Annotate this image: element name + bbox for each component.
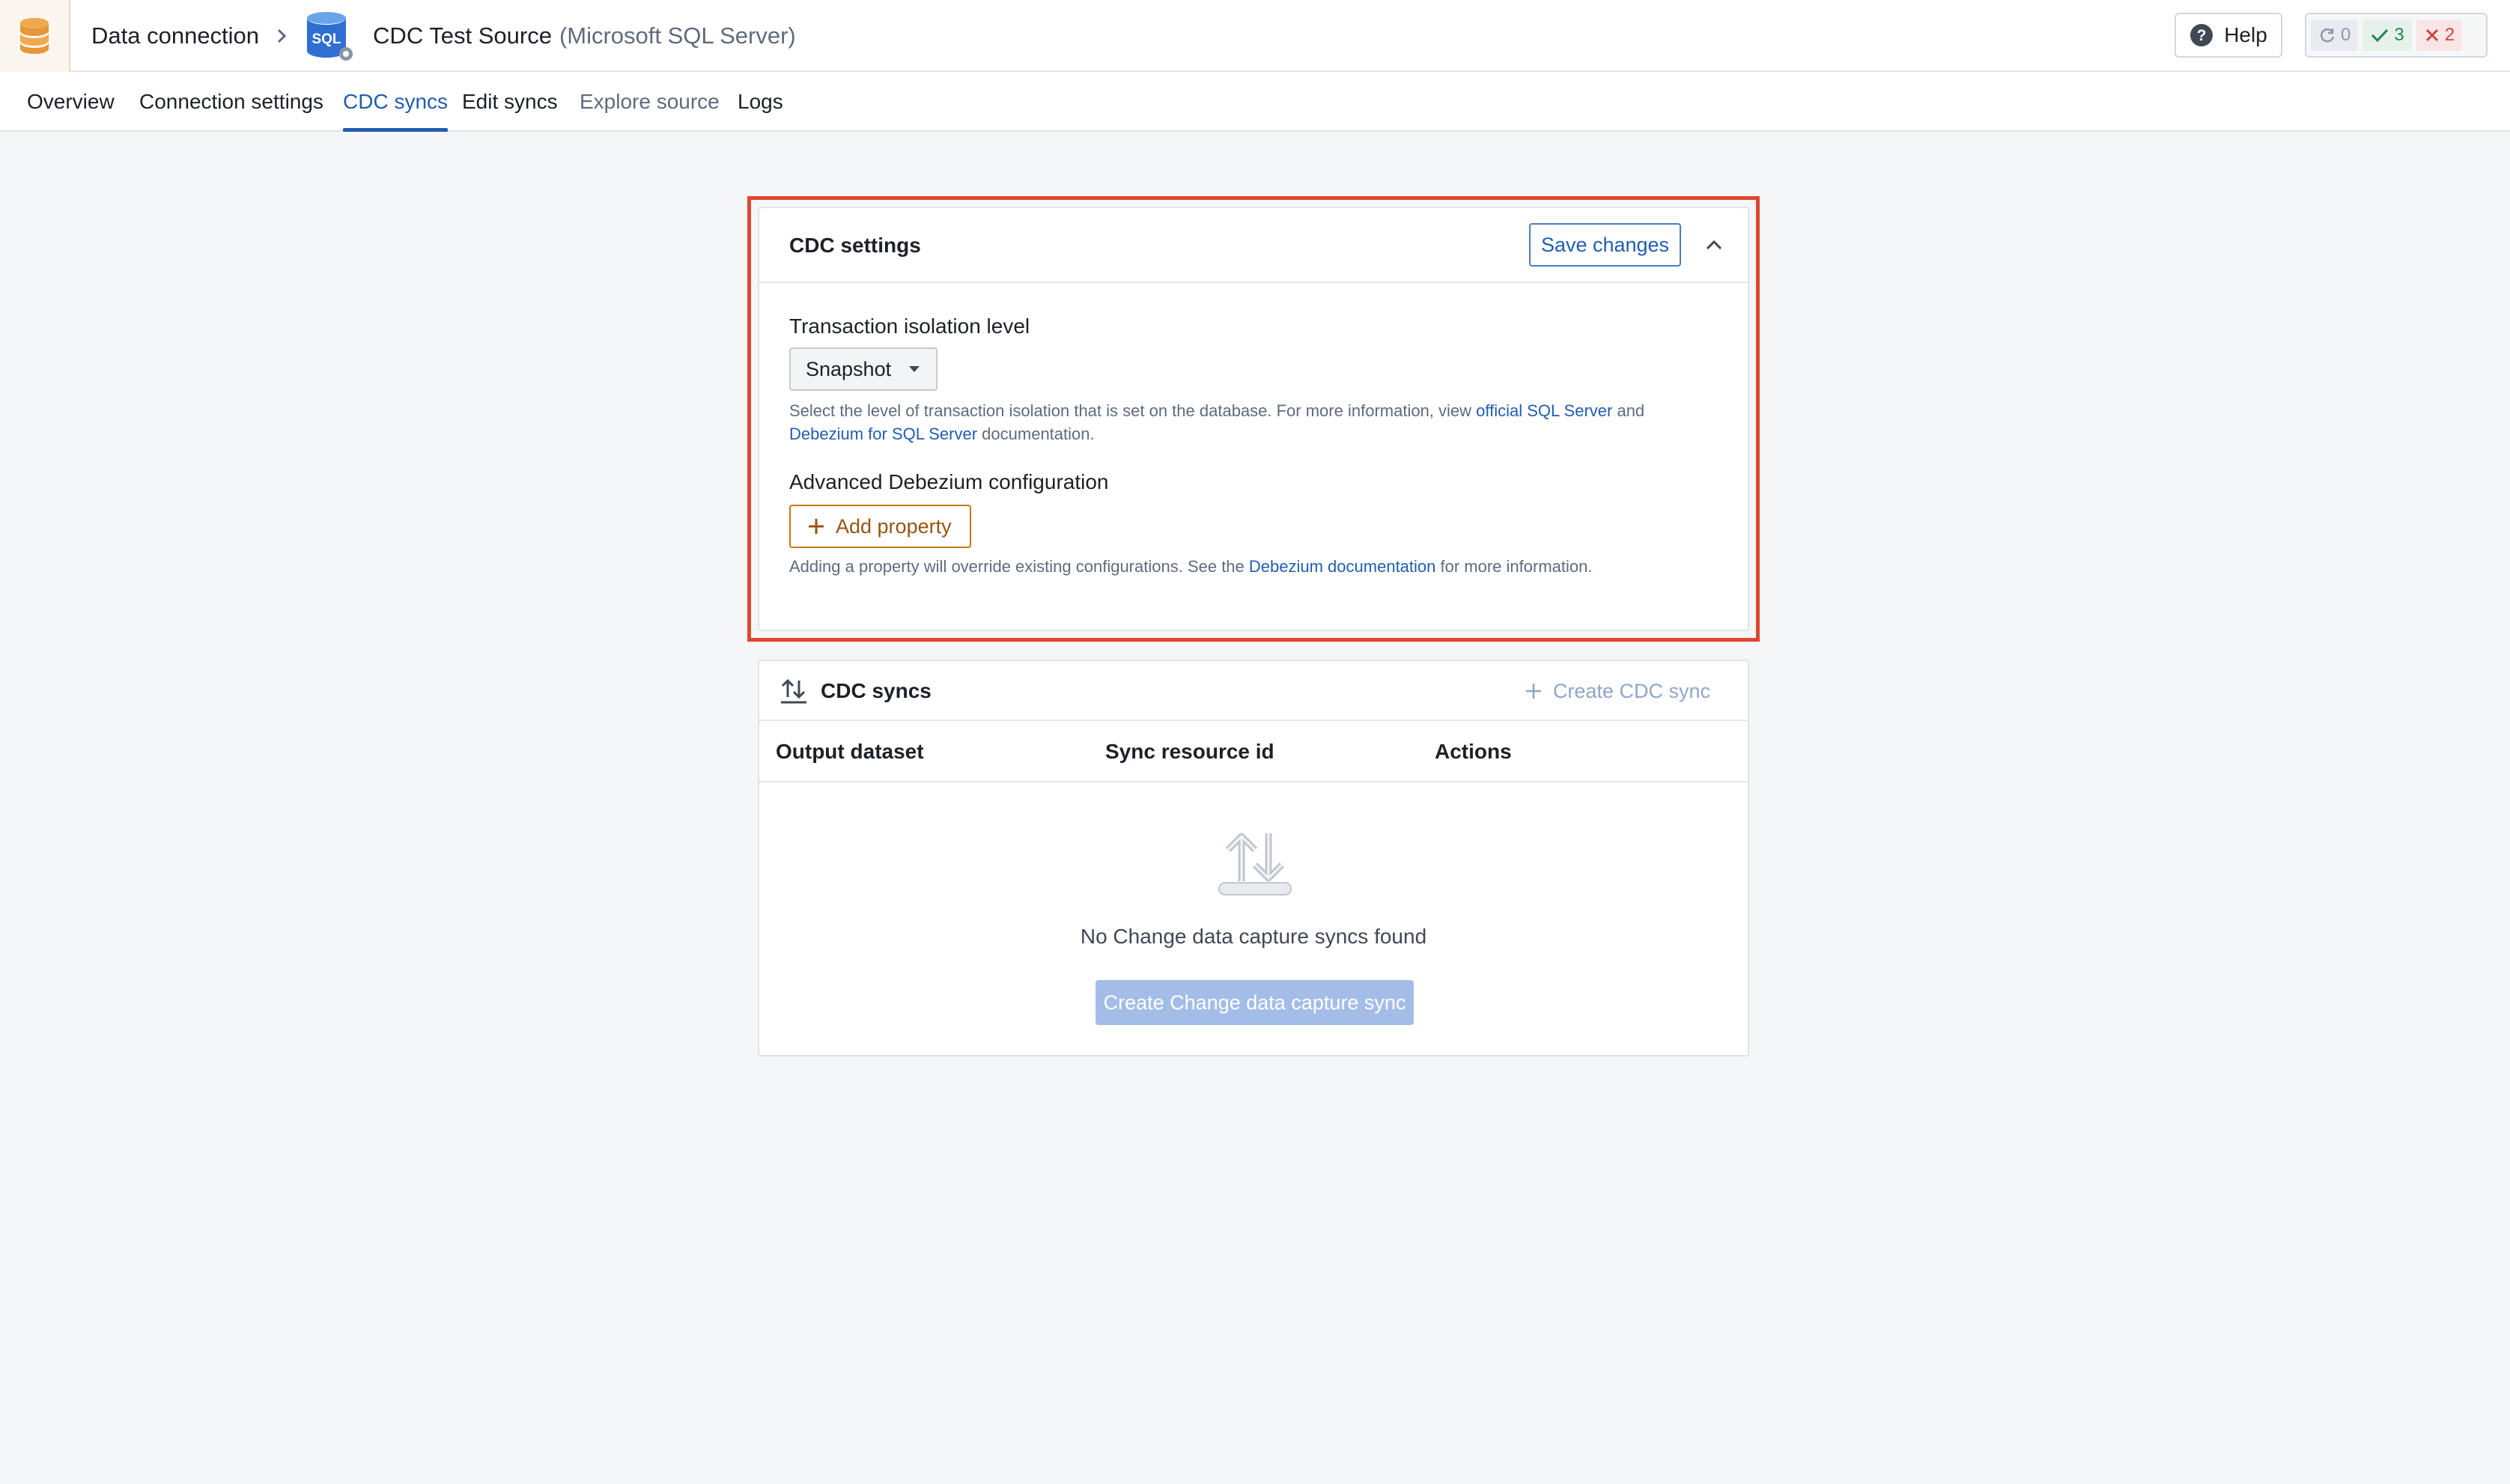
tab-logs[interactable]: Logs [738, 72, 783, 132]
check-icon [2371, 28, 2389, 43]
isolation-level-value: Snapshot [806, 357, 892, 380]
help-label: Help [2224, 23, 2267, 46]
failed-count: 2 [2444, 25, 2455, 45]
save-changes-button[interactable]: Save changes [1529, 223, 1681, 267]
debezium-sql-server-link[interactable]: Debezium for SQL Server [789, 425, 977, 443]
column-output-dataset[interactable]: Output dataset [776, 721, 924, 782]
breadcrumb-root[interactable]: Data connection [91, 22, 259, 49]
success-status[interactable]: 3 [2362, 19, 2412, 51]
build-status-group: 0 3 2 [2305, 13, 2488, 58]
chevron-up-icon [1706, 240, 1722, 250]
advanced-help-text: Adding a property will override existing… [789, 557, 1593, 576]
collapse-button[interactable] [1695, 226, 1733, 264]
tab-connection-settings[interactable]: Connection settings [139, 72, 323, 132]
caret-down-icon [909, 366, 920, 372]
source-name: CDC Test Source [373, 22, 552, 49]
isolation-level-select[interactable]: Snapshot [789, 347, 938, 391]
advanced-config-label: Advanced Debezium configuration [789, 470, 1109, 493]
refresh-icon [2320, 28, 2335, 43]
sync-arrows-icon [781, 678, 806, 704]
question-icon: ? [2190, 24, 2213, 46]
isolation-level-label: Transaction isolation level [789, 314, 1030, 338]
isolation-help-text: Select the level of transaction isolatio… [789, 401, 1645, 443]
close-icon [2425, 28, 2438, 42]
failed-status[interactable]: 2 [2416, 19, 2463, 51]
cdc-syncs-card: CDC syncs Create CDC sync Output dataset… [758, 660, 1749, 1056]
empty-state-text: No Change data capture syncs found [1080, 925, 1427, 948]
tab-bar: Overview Connection settings CDC syncs E… [0, 72, 2510, 132]
table-header: Output dataset Sync resource id Actions [759, 721, 1748, 782]
success-count: 3 [2394, 25, 2404, 45]
plus-icon [1525, 684, 1541, 699]
column-actions: Actions [1435, 740, 1512, 763]
pending-status[interactable]: 0 [2311, 19, 2359, 51]
cdc-settings-header: CDC settings Save changes [759, 208, 1748, 283]
cdc-syncs-title: CDC syncs [821, 679, 932, 702]
sql-server-icon: SQL [304, 9, 356, 63]
svg-text:SQL: SQL [312, 31, 341, 47]
help-button[interactable]: ? Help [2175, 13, 2282, 58]
tab-cdc-syncs[interactable]: CDC syncs [343, 72, 449, 132]
source-type: (Microsoft SQL Server) [559, 22, 796, 49]
tab-explore-source[interactable]: Explore source [580, 72, 720, 132]
plus-icon [809, 519, 824, 534]
database-icon[interactable] [0, 0, 70, 72]
sql-server-docs-link[interactable]: official SQL Server [1476, 401, 1612, 420]
cdc-settings-card: CDC settings Save changes Transaction is… [758, 207, 1749, 631]
top-header: Data connection SQL CDC Test Source (Mic… [0, 0, 2510, 72]
tab-edit-syncs[interactable]: Edit syncs [462, 72, 558, 132]
pending-count: 0 [2341, 25, 2351, 45]
svg-text:?: ? [2197, 27, 2207, 44]
add-property-button[interactable]: Add property [789, 505, 971, 548]
create-cdc-sync-primary-button[interactable]: Create Change data capture sync [1096, 980, 1414, 1025]
chevron-right-icon [276, 27, 288, 45]
column-sync-resource-id[interactable]: Sync resource id [1105, 721, 1274, 782]
breadcrumb: Data connection SQL CDC Test Source (Mic… [91, 0, 796, 72]
debezium-docs-link[interactable]: Debezium documentation [1249, 557, 1435, 576]
cdc-settings-title: CDC settings [789, 234, 921, 257]
add-property-label: Add property [836, 514, 952, 538]
tab-overview[interactable]: Overview [27, 72, 115, 132]
empty-sync-icon [1218, 833, 1292, 895]
cdc-syncs-header: CDC syncs Create CDC sync [759, 661, 1748, 721]
create-cdc-sync-label: Create CDC sync [1552, 679, 1710, 702]
create-cdc-sync-button[interactable]: Create CDC sync [1525, 661, 1710, 721]
